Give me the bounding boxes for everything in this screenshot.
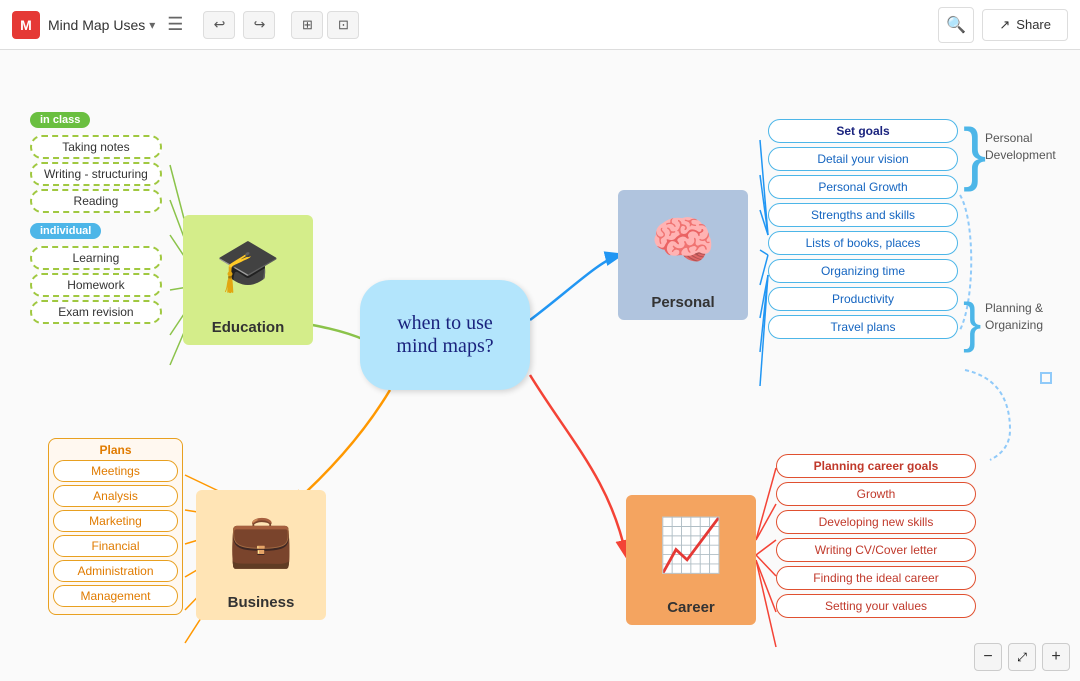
business-branch-box: Plans Meetings Analysis Marketing Financ… [48, 438, 183, 615]
business-item-admin[interactable]: Administration [53, 560, 178, 582]
personal-item-lists[interactable]: Lists of books, places [768, 231, 958, 255]
career-item-growth[interactable]: Growth [776, 482, 976, 506]
education-image: 🎓 [188, 215, 308, 315]
planning-dashed-indicator [1040, 372, 1052, 384]
personal-item-organizing[interactable]: Organizing time [768, 259, 958, 283]
edu-item-homework[interactable]: Homework [30, 273, 162, 297]
zoom-fit-button[interactable]: ⤢ [1008, 643, 1036, 671]
career-node[interactable]: 📈 Career [626, 495, 756, 625]
personal-label: Personal [651, 290, 714, 313]
business-branches: Plans Meetings Analysis Marketing Financ… [48, 438, 183, 615]
zoom-in-button[interactable]: + [1042, 643, 1070, 671]
app-logo: M [12, 11, 40, 39]
edu-item-writing[interactable]: Writing - structuring [30, 162, 162, 186]
personal-item-growth[interactable]: Personal Growth [768, 175, 958, 199]
business-item-meetings[interactable]: Meetings [53, 460, 178, 482]
career-item-values[interactable]: Setting your values [776, 594, 976, 618]
undo-button[interactable]: ↩ [203, 11, 235, 39]
business-plans-tag: Plans [53, 443, 178, 457]
edu-item-taking-notes[interactable]: Taking notes [30, 135, 162, 159]
business-label: Business [228, 590, 295, 613]
zoom-controls: − ⤢ + [974, 643, 1070, 671]
education-branches: in class Taking notes Writing - structur… [30, 110, 162, 332]
business-item-mgmt[interactable]: Management [53, 585, 178, 607]
toolbar-right: 🔍 ↗ Share [938, 7, 1068, 43]
personal-node[interactable]: 🧠 Personal [618, 190, 748, 320]
individual-tag: individual [30, 223, 101, 239]
toolbar: M Mind Map Uses ▾ ☰ ↩ ↪ ⊞ ⊡ 🔍 ↗ Share [0, 0, 1080, 50]
education-node[interactable]: 🎓 Education [183, 215, 313, 345]
business-item-financial[interactable]: Financial [53, 535, 178, 557]
education-label: Education [212, 315, 285, 338]
view-buttons: ⊞ ⊡ [291, 11, 359, 39]
document-title: Mind Map Uses [48, 17, 145, 33]
edu-item-learning[interactable]: Learning [30, 246, 162, 270]
menu-icon[interactable]: ☰ [167, 14, 183, 35]
career-image: 📈 [631, 495, 751, 595]
career-item-planning[interactable]: Planning career goals [776, 454, 976, 478]
mind-map-canvas[interactable]: when to use mind maps? 🎓 Education 🧠 Per… [0, 50, 1080, 681]
center-text: when to use mind maps? [396, 312, 493, 358]
personal-item-productivity[interactable]: Productivity [768, 287, 958, 311]
individual-group: individual Learning Homework Exam revisi… [30, 221, 162, 324]
personal-item-vision[interactable]: Detail your vision [768, 147, 958, 171]
personal-dev-bracket: } [963, 118, 986, 188]
career-item-skills[interactable]: Developing new skills [776, 510, 976, 534]
search-button[interactable]: 🔍 [938, 7, 974, 43]
title-chevron-icon: ▾ [149, 18, 155, 32]
redo-button[interactable]: ↪ [243, 11, 275, 39]
personal-image: 🧠 [623, 190, 743, 290]
edu-item-exam[interactable]: Exam revision [30, 300, 162, 324]
in-class-group: in class Taking notes Writing - structur… [30, 110, 162, 213]
planning-label: Planning & Organizing [985, 300, 1043, 334]
in-class-tag: in class [30, 112, 90, 128]
business-image: 💼 [201, 490, 321, 590]
business-item-analysis[interactable]: Analysis [53, 485, 178, 507]
undo-redo-group: ↩ ↪ [203, 11, 275, 39]
personal-item-strengths[interactable]: Strengths and skills [768, 203, 958, 227]
personal-dev-label: Personal Development [985, 130, 1056, 164]
view-mode-1-button[interactable]: ⊞ [291, 11, 323, 39]
personal-branches: Set goals Detail your vision Personal Gr… [768, 115, 958, 343]
business-item-marketing[interactable]: Marketing [53, 510, 178, 532]
share-button[interactable]: ↗ Share [982, 9, 1068, 41]
planning-bracket: } [963, 295, 981, 350]
business-node[interactable]: 💼 Business [196, 490, 326, 620]
share-icon: ↗ [999, 17, 1010, 33]
personal-item-goals[interactable]: Set goals [768, 119, 958, 143]
career-branches: Planning career goals Growth Developing … [776, 450, 976, 622]
personal-item-travel[interactable]: Travel plans [768, 315, 958, 339]
career-item-cv[interactable]: Writing CV/Cover letter [776, 538, 976, 562]
career-item-ideal[interactable]: Finding the ideal career [776, 566, 976, 590]
career-label: Career [667, 595, 715, 618]
center-node[interactable]: when to use mind maps? [360, 280, 530, 390]
share-label: Share [1016, 17, 1051, 32]
zoom-out-button[interactable]: − [974, 643, 1002, 671]
view-mode-2-button[interactable]: ⊡ [327, 11, 359, 39]
edu-item-reading[interactable]: Reading [30, 189, 162, 213]
